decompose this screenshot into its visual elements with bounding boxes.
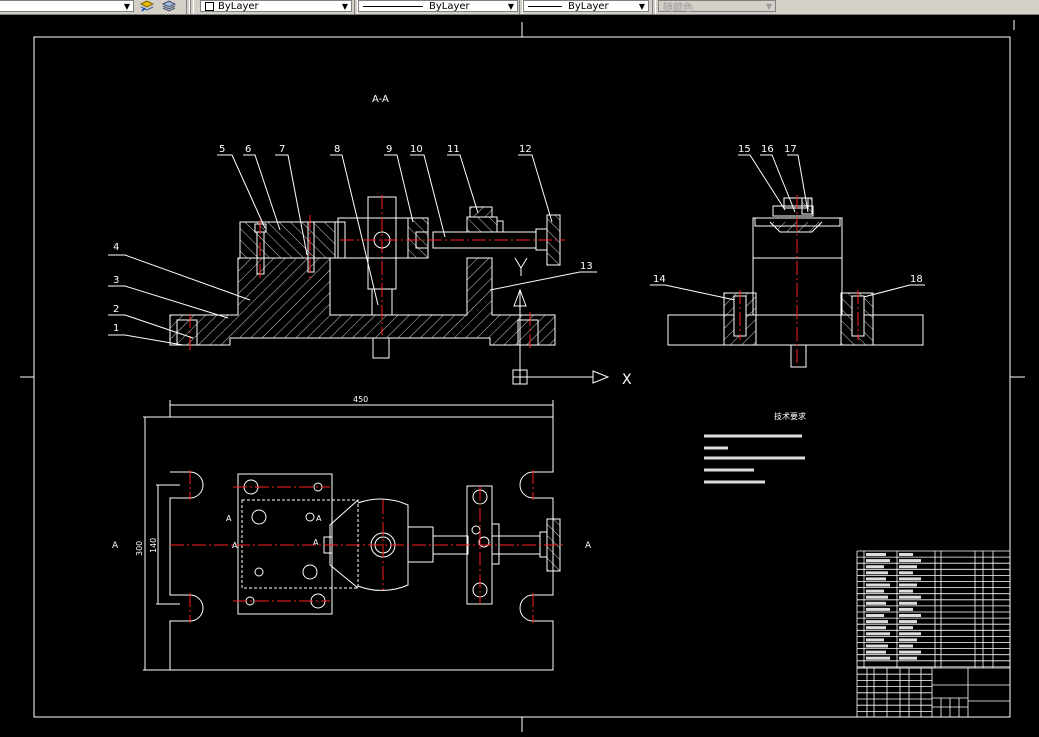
part-number-label: 18 — [910, 274, 923, 285]
table-cell-text — [866, 571, 888, 575]
table-cell-text — [899, 644, 913, 648]
table-cell-text — [866, 632, 890, 636]
color-swatch — [205, 1, 214, 11]
part-number-label: 10 — [410, 144, 423, 155]
section-mark-a1: A — [226, 514, 232, 523]
plotstyle-value: 随颜色 — [663, 2, 693, 14]
table-cell-text — [866, 595, 888, 599]
v-block-body — [337, 217, 409, 259]
table-cell-text — [899, 589, 913, 593]
ucs-x-label: X — [622, 372, 632, 388]
side-view — [667, 197, 924, 368]
table-cell-text — [899, 638, 917, 642]
part-number-label: 3 — [113, 275, 119, 286]
section-mark-left: A — [112, 541, 119, 551]
table-cell-text — [899, 614, 921, 617]
plan-centerlines — [170, 470, 565, 623]
part-number-label: 11 — [447, 144, 460, 155]
table-cell-text — [866, 601, 886, 605]
chevron-down-icon: ▼ — [638, 2, 645, 11]
chevron-down-icon: ▼ — [507, 2, 514, 11]
chevron-down-icon: ▼ — [341, 2, 348, 11]
section-mark-right: A — [585, 541, 592, 551]
plotstyle-dropdown: 随颜色 ▼ — [658, 0, 776, 14]
nut — [469, 206, 493, 218]
part-number-label: 13 — [580, 261, 593, 272]
part-number-label: 5 — [219, 144, 225, 155]
part-number-label: 16 — [761, 144, 774, 155]
table-cell-text — [899, 601, 917, 605]
table-cell-text — [866, 614, 884, 617]
chevron-down-icon: ▼ — [123, 2, 130, 11]
part-number-label: 14 — [653, 274, 666, 285]
drawing-canvas[interactable]: A-A 12345 6 7 8 9 10 11 12131415 16 1718 450 300 … — [0, 0, 1039, 737]
table-cell-text — [866, 559, 890, 563]
table-cell-text — [899, 571, 913, 575]
linetype-value: ByLayer — [429, 0, 470, 12]
linetype-dropdown[interactable]: ByLayer ▼ — [358, 0, 518, 12]
table-cell-text — [899, 650, 921, 654]
table-cell-text — [899, 620, 917, 624]
table-cell-text — [899, 607, 913, 611]
chevron-down-icon: ▼ — [765, 2, 772, 11]
part-number-label: 1 — [113, 323, 119, 334]
table-cell-text — [866, 638, 884, 642]
table-cell-text — [866, 644, 888, 648]
base-plate — [169, 257, 556, 346]
section-mark-a3: A — [232, 541, 238, 550]
part-number-label: 9 — [386, 144, 392, 155]
layer-dropdown[interactable]: ▼ — [0, 0, 134, 12]
table-cell-text — [866, 577, 886, 581]
table-cell-text — [866, 565, 884, 569]
table-cell-text — [899, 632, 921, 636]
color-value: ByLayer — [218, 0, 259, 12]
lineweight-value: ByLayer — [568, 0, 609, 12]
part-number-label: 17 — [784, 144, 797, 155]
table-cell-text — [866, 656, 890, 660]
table-cell-text — [866, 583, 890, 587]
table-cell-text — [899, 595, 921, 599]
section-mark-a4: A — [313, 538, 319, 547]
part-number-label: 4 — [113, 242, 119, 253]
properties-toolbar: ▼ ByLayer ▼ ByLayer ▼ ByLayer ▼ 随颜色 ▼ — [0, 0, 1039, 15]
table-cell-text — [899, 626, 913, 630]
section-title: A-A — [372, 94, 389, 105]
center-marks — [20, 20, 1025, 732]
table-cell-text — [866, 626, 886, 630]
part-number-label: 6 — [245, 144, 251, 155]
bill-of-materials-table — [856, 550, 1011, 717]
lineweight-dropdown[interactable]: ByLayer ▼ — [523, 0, 649, 12]
part-number-label: 7 — [279, 144, 285, 155]
front-section-view — [169, 196, 561, 359]
dimension-450: 450 — [353, 395, 368, 404]
tech-requirements-lines — [704, 434, 805, 484]
part-number-label: 2 — [113, 304, 119, 315]
table-cell-text — [866, 589, 884, 593]
table-cell-text — [866, 650, 886, 654]
section-mark-a2: A — [316, 514, 322, 523]
table-cell-text — [899, 559, 921, 563]
table-cell-text — [899, 565, 917, 569]
dimension-140: 140 — [149, 538, 158, 553]
table-cell-text — [899, 577, 921, 581]
clamp-plate — [239, 221, 336, 259]
part-number-label: 12 — [519, 144, 532, 155]
layer-states-icon[interactable] — [162, 0, 176, 12]
tech-requirements-title: 技术要求 — [774, 411, 806, 421]
color-dropdown[interactable]: ByLayer ▼ — [200, 0, 352, 12]
part-number-label: 8 — [334, 144, 340, 155]
table-cell-text — [899, 656, 917, 660]
side-base — [667, 314, 924, 346]
layer-previous-icon[interactable] — [140, 0, 154, 12]
table-cell-text — [866, 607, 890, 611]
table-cell-text — [866, 620, 888, 624]
table-cell-text — [866, 553, 886, 556]
part-number-label: 15 — [738, 144, 751, 155]
table-cell-text — [899, 583, 917, 587]
table-cell-text — [899, 553, 913, 556]
dimension-300: 300 — [135, 541, 144, 556]
plan-view — [143, 400, 561, 671]
